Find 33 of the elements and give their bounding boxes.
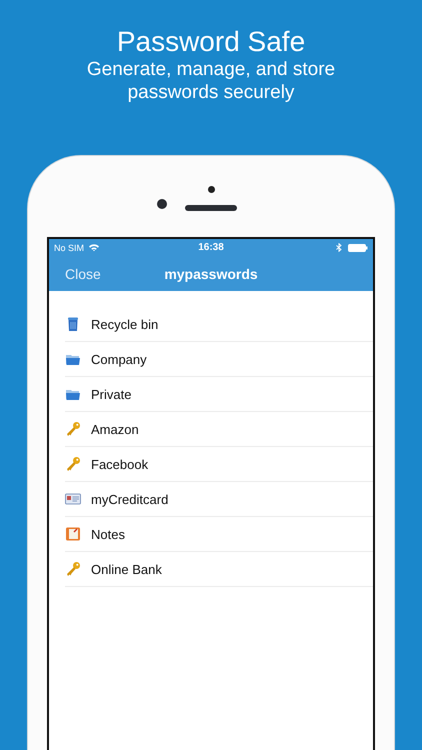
item-label: Recycle bin xyxy=(91,316,158,332)
trash-icon xyxy=(65,316,81,332)
headline-title: Password Safe xyxy=(116,26,306,58)
item-label: Company xyxy=(91,352,147,366)
list-item[interactable]: Facebook xyxy=(65,447,373,482)
headline-subtitle: Generate, manage, and store passwords securely xyxy=(86,58,336,104)
list-item[interactable]: Amazon xyxy=(65,412,373,447)
nav-title: mypasswords xyxy=(164,266,258,282)
battery-icon xyxy=(348,244,368,252)
item-label: Amazon xyxy=(91,422,139,436)
sensor-icon xyxy=(208,186,214,193)
list-item[interactable]: myCreditcard xyxy=(65,482,373,517)
card-icon xyxy=(65,491,81,507)
key-icon xyxy=(65,561,81,577)
item-label: Facebook xyxy=(91,456,148,472)
list-item[interactable]: Recycle bin xyxy=(65,307,373,342)
wifi-icon xyxy=(89,244,100,251)
camera-icon xyxy=(157,198,167,208)
list-item[interactable]: Online Bank xyxy=(65,552,373,587)
speaker-icon xyxy=(185,205,237,211)
carrier-label: No SIM xyxy=(54,242,84,252)
key-icon xyxy=(65,456,81,472)
item-label: Private xyxy=(91,386,132,402)
key-icon xyxy=(65,421,81,437)
item-label: myCreditcard xyxy=(91,492,168,506)
notes-icon xyxy=(65,526,81,542)
list-item[interactable]: Private xyxy=(65,377,373,412)
status-time: 16:38 xyxy=(198,242,224,253)
item-label: Notes xyxy=(91,526,125,542)
item-label: Online Bank xyxy=(91,562,162,576)
list-item[interactable]: Notes xyxy=(65,517,373,552)
list-item[interactable]: Company xyxy=(65,342,373,377)
bluetooth-icon xyxy=(336,243,342,252)
